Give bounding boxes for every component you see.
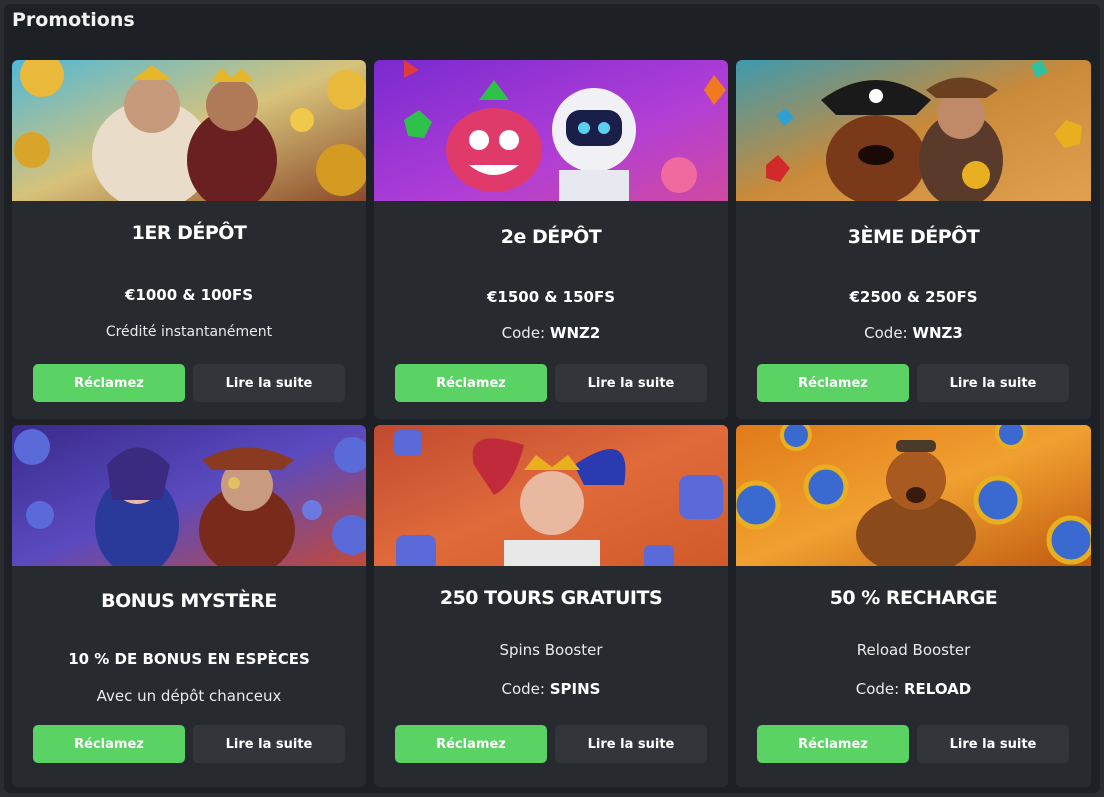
- claim-button[interactable]: Réclamez: [33, 725, 185, 763]
- promo-card-mystery-bonus: BONUS MYSTÈRE 10 % DE BONUS EN ESPÈCES A…: [12, 425, 366, 787]
- promo-code-label: Code:: [501, 324, 546, 342]
- page-title: Promotions: [12, 9, 135, 31]
- promo-description: Reload Booster: [856, 641, 971, 659]
- promo-banner-image: [12, 425, 366, 566]
- promo-code: Code: RELOAD: [736, 680, 1091, 698]
- read-more-button[interactable]: Lire la suite: [193, 725, 345, 763]
- claim-button[interactable]: Réclamez: [395, 364, 547, 402]
- promo-amount: €2500 & 250FS: [849, 288, 978, 306]
- promo-title: 2e DÉPÔT: [500, 226, 602, 248]
- promo-amount: €1000 & 100FS: [124, 286, 254, 304]
- promo-banner-image: [12, 60, 366, 201]
- promo-card-second-deposit: 2e DÉPÔT €1500 & 150FS Code: WNZ2 Réclam…: [374, 60, 728, 419]
- promo-description: Crédité instantanément: [105, 324, 273, 340]
- read-more-button[interactable]: Lire la suite: [555, 725, 707, 763]
- promo-title: 1ER DÉPÔT: [131, 222, 247, 244]
- promo-banner-image: [374, 60, 728, 201]
- promo-card-reload: 50 % RECHARGE Reload Booster Code: RELOA…: [736, 425, 1091, 787]
- read-more-button[interactable]: Lire la suite: [193, 364, 345, 402]
- read-more-button[interactable]: Lire la suite: [917, 364, 1069, 402]
- read-more-button[interactable]: Lire la suite: [555, 364, 707, 402]
- promo-banner-image: [736, 425, 1091, 566]
- promo-code: Code: SPINS: [374, 680, 728, 698]
- promo-code: Code: WNZ3: [736, 324, 1091, 342]
- promo-card-first-deposit: 1ER DÉPÔT €1000 & 100FS Crédité instanta…: [12, 60, 366, 419]
- promo-code-value: WNZ2: [549, 324, 601, 342]
- read-more-button[interactable]: Lire la suite: [917, 725, 1069, 763]
- promo-title: 3ÈME DÉPÔT: [847, 226, 980, 248]
- promo-description: Spins Booster: [499, 641, 603, 659]
- promo-code: Code: WNZ2: [374, 324, 728, 342]
- promo-description: Avec un dépôt chanceux: [96, 687, 282, 705]
- promo-card-free-spins: 250 TOURS GRATUITS Spins Booster Code: S…: [374, 425, 728, 787]
- promo-banner-image: [374, 425, 728, 566]
- promo-code-value: WNZ3: [912, 324, 963, 342]
- promo-title: BONUS MYSTÈRE: [101, 590, 277, 612]
- promo-code-label: Code:: [855, 680, 900, 698]
- claim-button[interactable]: Réclamez: [757, 725, 909, 763]
- claim-button[interactable]: Réclamez: [395, 725, 547, 763]
- promo-code-value: RELOAD: [904, 680, 972, 698]
- promo-banner-image: [736, 60, 1091, 201]
- promo-code-value: SPINS: [549, 680, 601, 698]
- promo-amount: €1500 & 150FS: [486, 288, 616, 306]
- promo-code-label: Code:: [501, 680, 545, 698]
- promo-title: 250 TOURS GRATUITS: [439, 587, 663, 609]
- claim-button[interactable]: Réclamez: [33, 364, 185, 402]
- promotions-grid: 1ER DÉPÔT €1000 & 100FS Crédité instanta…: [12, 60, 1091, 787]
- claim-button[interactable]: Réclamez: [757, 364, 909, 402]
- promo-code-label: Code:: [864, 324, 908, 342]
- promo-amount: 10 % DE BONUS EN ESPÈCES: [68, 650, 310, 668]
- promo-title: 50 % RECHARGE: [829, 587, 998, 609]
- promo-card-third-deposit: 3ÈME DÉPÔT €2500 & 250FS Code: WNZ3 Récl…: [736, 60, 1091, 419]
- promotions-panel: Promotions 1ER DÉPÔT €1000 & 100FS Crédi…: [4, 4, 1100, 793]
